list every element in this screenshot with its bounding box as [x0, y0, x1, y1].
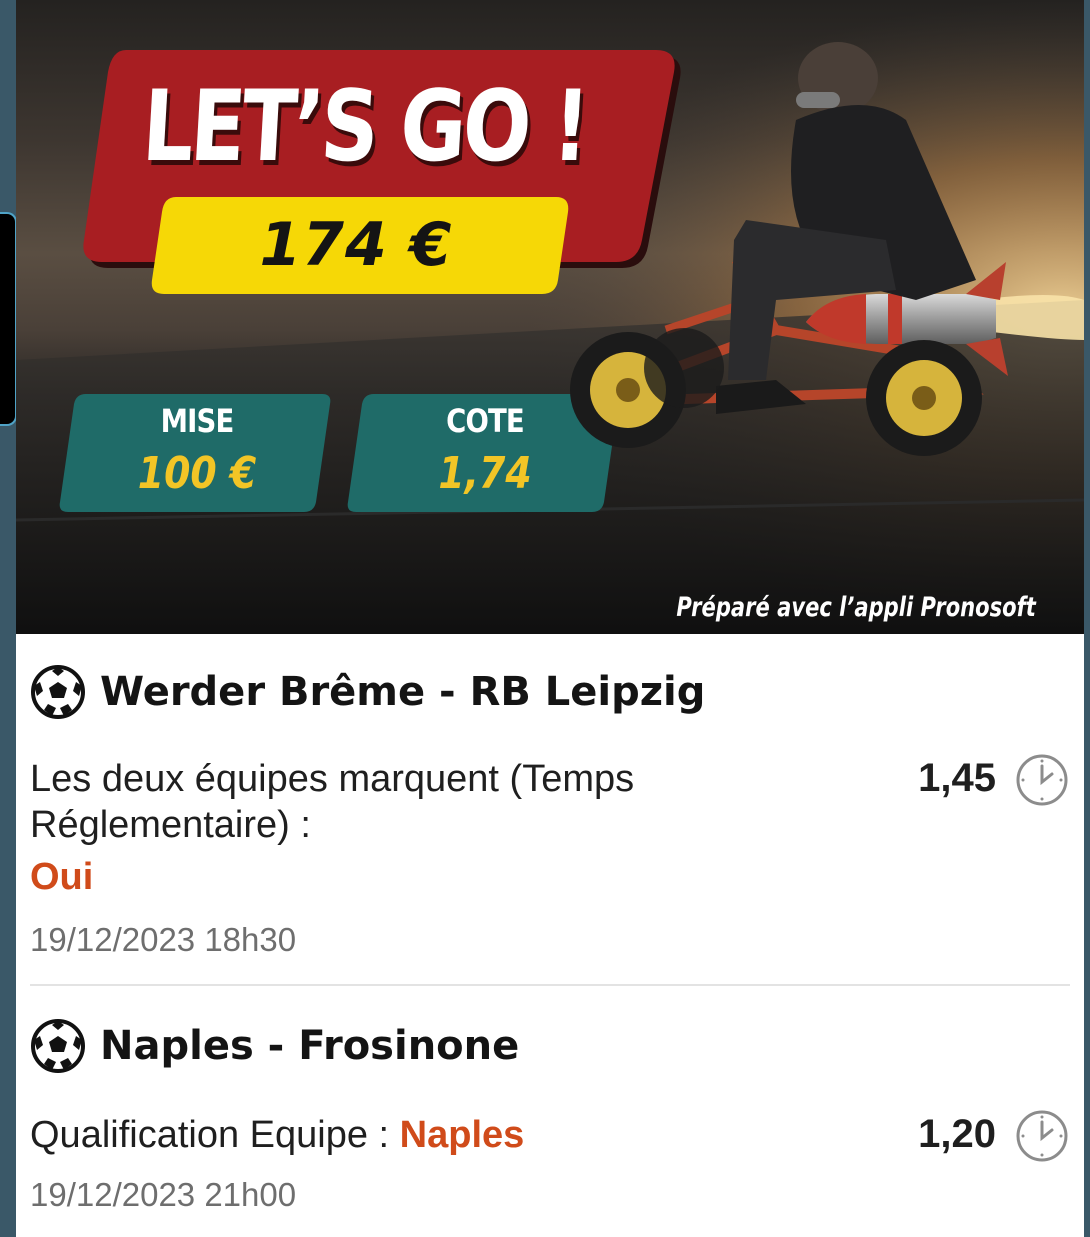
bet-item[interactable]: Naples - Frosinone Qualification Equipe …	[30, 1016, 1070, 1214]
soccer-ball-icon	[31, 1019, 85, 1073]
banner-title: LET’S GO !	[139, 70, 590, 184]
bet-item[interactable]: Werder Brême - RB Leipzig Les deux équip…	[30, 662, 1070, 959]
match-name: Werder Brême - RB Leipzig	[100, 669, 706, 715]
stake-value: 100 €	[137, 448, 257, 499]
side-tab	[0, 212, 17, 426]
match-title: Werder Brême - RB Leipzig	[30, 662, 1070, 722]
promo-banner: LET’S GO ! 174 € MISE 100 € COTE 1,74 Pr…	[16, 0, 1084, 634]
match-date: 19/12/2023 21h00	[30, 1176, 297, 1213]
selection-label: Naples	[399, 1114, 525, 1156]
banner-credit: Préparé avec l’appli Pronosoft	[676, 592, 1036, 623]
bet-odds: 1,20	[918, 1112, 996, 1156]
match-name: Naples - Frosinone	[100, 1023, 520, 1069]
selection-label: Oui	[30, 856, 94, 898]
odds-value: 1,74	[438, 448, 532, 499]
bet-row: Qualification Equipe : Naples 1,20	[30, 1110, 1070, 1162]
bet-row: Les deux équipes marquent (Temps Régleme…	[30, 754, 1070, 899]
market-line: Qualification Equipe : Naples	[30, 1112, 730, 1158]
clock-icon	[1016, 1110, 1068, 1162]
soccer-ball-icon	[31, 665, 85, 719]
potential-win-amount: 174 €	[259, 210, 453, 280]
market-label: Les deux équipes marquent (Temps Régleme…	[30, 758, 635, 846]
match-date: 19/12/2023 18h30	[30, 921, 297, 958]
bet-slip-card: LET’S GO ! 174 € MISE 100 € COTE 1,74 Pr…	[16, 0, 1084, 1237]
match-title: Naples - Frosinone	[30, 1016, 1070, 1076]
divider	[30, 984, 1070, 986]
market-label: Qualification Equipe :	[30, 1114, 390, 1156]
bet-odds: 1,45	[918, 756, 996, 800]
clock-icon	[1016, 754, 1068, 806]
odds-label: COTE	[446, 402, 525, 440]
stake-label: MISE	[160, 402, 235, 440]
